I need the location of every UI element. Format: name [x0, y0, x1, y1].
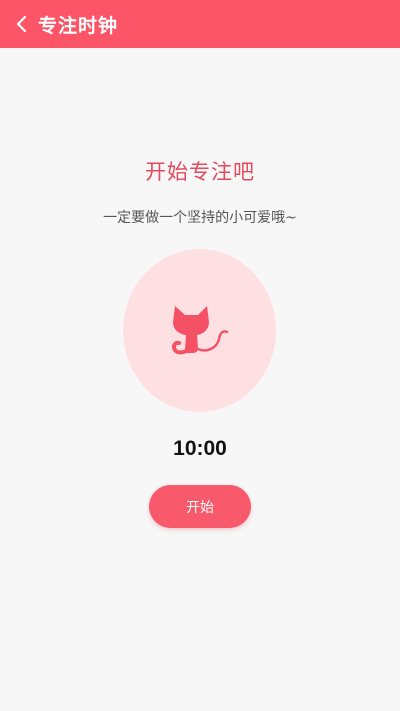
back-button[interactable] — [2, 0, 42, 48]
countdown-timer: 10:00 — [173, 437, 227, 460]
page-title: 专注时钟 — [38, 14, 119, 37]
cat-icon — [171, 305, 228, 354]
cat-illustration — [123, 249, 276, 412]
app-bar: 专注时钟 — [0, 0, 400, 48]
start-button[interactable]: 开始 — [149, 485, 251, 528]
chevron-left-icon — [16, 15, 27, 33]
focus-headline: 开始专注吧 — [145, 160, 255, 184]
motivation-text: 一定要做一个坚持的小可爱哦~ — [103, 210, 297, 226]
